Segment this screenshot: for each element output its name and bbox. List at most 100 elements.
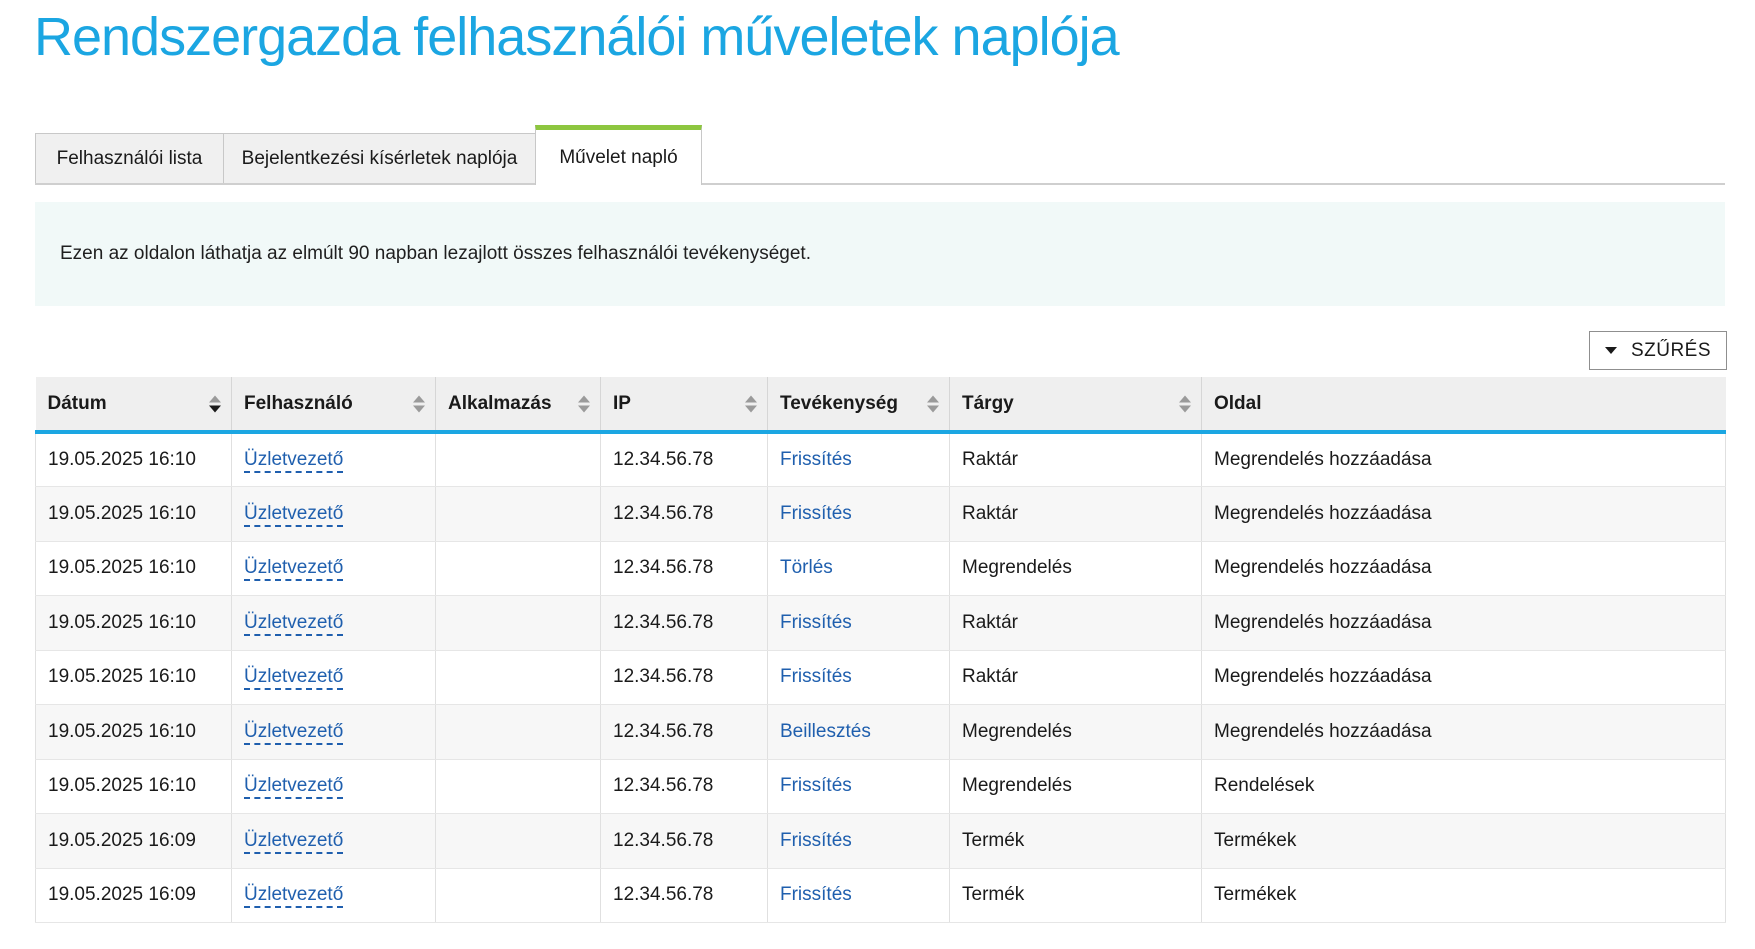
cell-date: 19.05.2025 16:09 (35, 868, 232, 923)
user-link[interactable]: Üzletvezető (244, 557, 344, 582)
cell-page: Megrendelés hozzáadása (1201, 486, 1726, 542)
cell-ip: 12.34.56.78 (600, 432, 768, 487)
sort-icon[interactable] (578, 395, 590, 412)
cell-ip: 12.34.56.78 (600, 650, 768, 705)
filter-button[interactable]: SZŰRÉS (1589, 331, 1727, 370)
table-row: 19.05.2025 16:09 Üzletvezető 12.34.56.78 Fr… (35, 868, 1726, 923)
cell-application (435, 704, 601, 760)
cell-application (435, 486, 601, 542)
cell-ip: 12.34.56.78 (600, 759, 768, 814)
info-text: Ezen az oldalon láthatja az elmúlt 90 na… (60, 243, 811, 264)
column-header-label: Oldal (1214, 392, 1262, 414)
activity-link[interactable]: Törlés (780, 557, 833, 578)
cell-activity: Frissítés (767, 486, 950, 542)
cell-activity: Beillesztés (767, 704, 950, 760)
cell-date: 19.05.2025 16:10 (35, 650, 232, 705)
user-link[interactable]: Üzletvezető (244, 449, 344, 473)
activity-link[interactable]: Frissítés (780, 884, 852, 905)
cell-date: 19.05.2025 16:10 (35, 432, 232, 487)
table-row: 19.05.2025 16:10 Üzletvezető 12.34.56.78 Fr… (35, 432, 1726, 487)
column-header-label: Tárgy (962, 392, 1014, 414)
cell-application (435, 432, 601, 487)
cell-activity: Törlés (767, 541, 950, 596)
table-row: 19.05.2025 16:10 Üzletvezető 12.34.56.78 Fr… (35, 486, 1726, 542)
cell-date: 19.05.2025 16:10 (35, 595, 232, 651)
cell-date: 19.05.2025 16:10 (35, 704, 232, 760)
tab-login-attempts-log[interactable]: Bejelentkezési kísérletek naplója (223, 133, 536, 183)
user-link[interactable]: Üzletvezető (244, 720, 344, 745)
activity-link[interactable]: Beillesztés (780, 721, 871, 742)
sort-icon[interactable] (209, 395, 221, 412)
cell-subject: Megrendelés (949, 704, 1202, 760)
activity-link[interactable]: Frissítés (780, 666, 852, 687)
sort-icon[interactable] (1179, 395, 1191, 412)
cell-date: 19.05.2025 16:10 (35, 759, 232, 814)
cell-subject: Raktár (949, 432, 1202, 487)
cell-page: Megrendelés hozzáadása (1201, 432, 1726, 487)
column-header-activity[interactable]: Tevékenység (767, 377, 950, 434)
column-header-application[interactable]: Alkalmazás (435, 377, 601, 434)
cell-page: Termékek (1201, 813, 1726, 869)
column-header-subject[interactable]: Tárgy (949, 377, 1202, 434)
column-header-ip[interactable]: IP (600, 377, 768, 434)
cell-activity: Frissítés (767, 868, 950, 923)
table-body: 19.05.2025 16:10 Üzletvezető 12.34.56.78 Fr… (35, 432, 1726, 923)
column-header-label: Felhasználó (244, 392, 353, 414)
cell-user: Üzletvezető (231, 868, 436, 923)
cell-user: Üzletvezető (231, 813, 436, 869)
tab-bar: Felhasználói lista Bejelentkezési kísérl… (35, 125, 1725, 185)
column-header-label: IP (613, 392, 631, 414)
cell-user: Üzletvezető (231, 486, 436, 542)
user-link[interactable]: Üzletvezető (244, 775, 344, 800)
user-link[interactable]: Üzletvezető (244, 502, 344, 527)
user-link[interactable]: Üzletvezető (244, 666, 344, 691)
cell-activity: Frissítés (767, 432, 950, 487)
activity-link[interactable]: Frissítés (780, 830, 852, 851)
activity-link[interactable]: Frissítés (780, 503, 852, 524)
cell-subject: Megrendelés (949, 759, 1202, 814)
cell-ip: 12.34.56.78 (600, 486, 768, 542)
tab-user-list[interactable]: Felhasználói lista (35, 133, 224, 183)
filter-button-label: SZŰRÉS (1630, 339, 1712, 361)
user-link[interactable]: Üzletvezető (244, 884, 344, 909)
cell-subject: Termék (949, 868, 1202, 923)
sort-icon[interactable] (927, 395, 939, 412)
page-title: Rendszergazda felhasználói műveletek nap… (34, 7, 1120, 67)
cell-date: 19.05.2025 16:10 (35, 486, 232, 542)
cell-page: Megrendelés hozzáadása (1201, 541, 1726, 596)
activity-link[interactable]: Frissítés (780, 775, 852, 796)
user-link[interactable]: Üzletvezető (244, 611, 344, 636)
cell-application (435, 759, 601, 814)
sort-icon[interactable] (745, 395, 757, 412)
tab-action-log[interactable]: Művelet napló (535, 125, 702, 185)
column-header-user[interactable]: Felhasználó (231, 377, 436, 434)
cell-subject: Raktár (949, 595, 1202, 651)
activity-link[interactable]: Frissítés (780, 612, 852, 633)
column-header-label: Alkalmazás (448, 392, 552, 414)
cell-user: Üzletvezető (231, 704, 436, 760)
sort-icon[interactable] (413, 395, 425, 412)
activity-link[interactable]: Frissítés (780, 449, 852, 470)
cell-page: Megrendelés hozzáadása (1201, 595, 1726, 651)
cell-user: Üzletvezető (231, 432, 436, 487)
cell-user: Üzletvezető (231, 595, 436, 651)
cell-activity: Frissítés (767, 813, 950, 869)
cell-application (435, 813, 601, 869)
cell-page: Termékek (1201, 868, 1726, 923)
user-link[interactable]: Üzletvezető (244, 829, 344, 854)
column-header-label: Tevékenység (780, 392, 898, 414)
cell-date: 19.05.2025 16:09 (35, 813, 232, 869)
cell-ip: 12.34.56.78 (600, 541, 768, 596)
caret-down-icon (1604, 347, 1617, 354)
cell-ip: 12.34.56.78 (600, 813, 768, 869)
table-row: 19.05.2025 16:10 Üzletvezető 12.34.56.78 Fr… (35, 595, 1726, 651)
cell-page: Megrendelés hozzáadása (1201, 650, 1726, 705)
table-row: 19.05.2025 16:09 Üzletvezető 12.34.56.78 Fr… (35, 813, 1726, 869)
cell-application (435, 595, 601, 651)
cell-page: Rendelések (1201, 759, 1726, 814)
cell-subject: Raktár (949, 650, 1202, 705)
info-box: Ezen az oldalon láthatja az elmúlt 90 na… (35, 202, 1725, 306)
cell-activity: Frissítés (767, 759, 950, 814)
table-row: 19.05.2025 16:10 Üzletvezető 12.34.56.78 Fr… (35, 650, 1726, 705)
column-header-date[interactable]: Dátum (35, 377, 232, 434)
